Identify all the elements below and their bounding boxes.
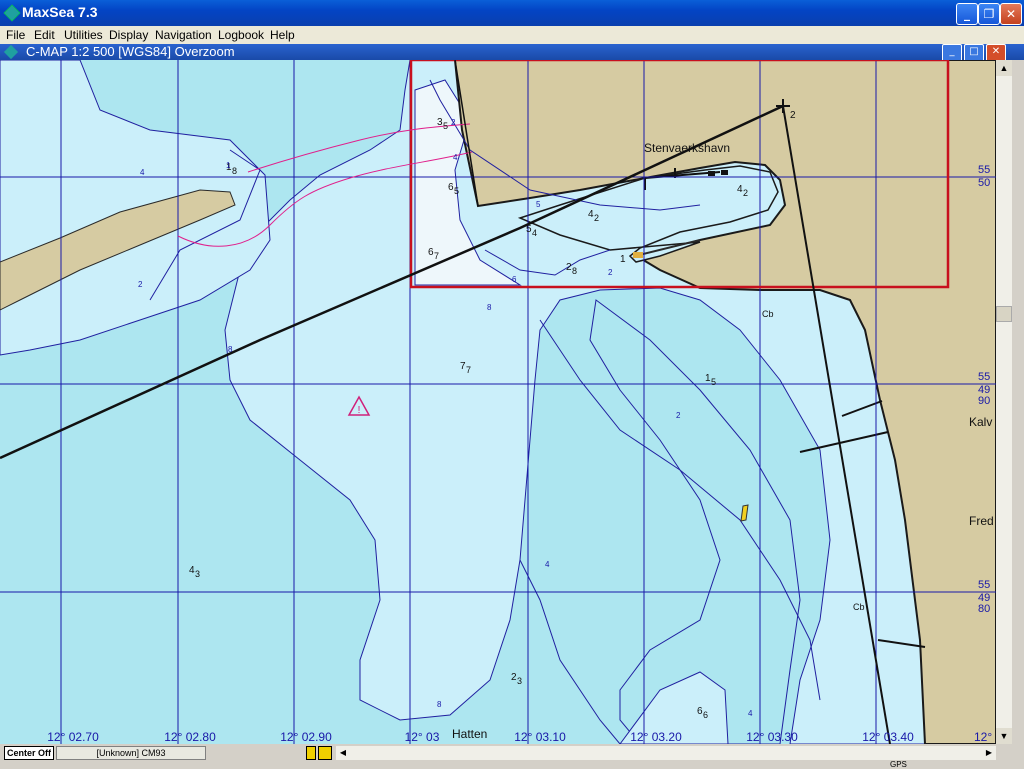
app-icon <box>3 4 21 22</box>
menu-bar: File Edit Utilities Display Navigation L… <box>0 26 1024 44</box>
sounding-value: 1 <box>620 254 626 265</box>
chart-info-field: [Unknown] CM93 <box>56 746 206 760</box>
longitude-label: 12° 03 <box>405 730 440 744</box>
chart-window-titlebar: C-MAP 1:2 500 [WGS84] Overzoom _ □ ✕ <box>0 44 1024 62</box>
layer-toggle-icon[interactable] <box>306 746 316 760</box>
contour-depth-label: 1 <box>226 161 231 170</box>
contour-depth-label: 8 <box>487 303 492 312</box>
contour-depth-label: 4 <box>545 560 550 569</box>
close-button[interactable]: ✕ <box>1000 3 1022 25</box>
menu-navigation[interactable]: Navigation <box>155 28 212 42</box>
chart-window-title: C-MAP 1:2 500 [WGS84] Overzoom <box>26 44 235 59</box>
place-name-harbor: Stenvaerkshavn <box>644 141 730 155</box>
nautical-chart[interactable]: ! 2 Stenvaerkshavn Hatten Kalv Fred Cb C… <box>0 60 996 744</box>
contour-depth-label: 2 <box>451 118 456 127</box>
sounding-decimal: 2 <box>594 213 599 223</box>
place-name-kalv: Kalv <box>969 415 992 429</box>
zoom-tool-icon[interactable] <box>318 746 332 760</box>
contour-depth-label: 4 <box>748 709 753 718</box>
sounding-decimal: 5 <box>454 186 459 196</box>
menu-edit[interactable]: Edit <box>34 28 55 42</box>
contour-depth-label: 8 <box>437 700 442 709</box>
contour-depth-label: 8 <box>228 345 233 354</box>
sounding-decimal: 5 <box>443 121 448 131</box>
latitude-fraction-label: 90 <box>978 395 990 407</box>
sounding-decimal: 2 <box>743 188 748 198</box>
vertical-scroll-thumb[interactable] <box>996 306 1012 322</box>
menu-help[interactable]: Help <box>270 28 295 42</box>
longitude-label: 12° 03.30 <box>746 730 798 744</box>
scroll-right-icon[interactable]: ▶ <box>982 746 996 760</box>
title-bar: MaxSea 7.3 _ ❐ ✕ <box>0 0 1024 26</box>
contour-depth-label: 4 <box>453 153 458 162</box>
latitude-degree-label: 55 <box>978 371 990 383</box>
scroll-left-icon[interactable]: ◀ <box>336 746 350 760</box>
gps-status: GPS <box>890 760 907 769</box>
latitude-extra-label: 12° <box>974 730 992 744</box>
center-off-button[interactable]: Center Off <box>4 746 54 760</box>
menu-file[interactable]: File <box>6 28 25 42</box>
latitude-minute-label: 50 <box>978 177 990 189</box>
menu-display[interactable]: Display <box>109 28 148 42</box>
sounding-decimal: 7 <box>466 365 471 375</box>
contour-depth-label: 2 <box>608 268 613 277</box>
contour-depth-label: 2 <box>138 280 143 289</box>
scroll-down-icon[interactable]: ▼ <box>996 728 1012 744</box>
pier-block-2 <box>721 170 728 175</box>
longitude-label: 12° 02.80 <box>164 730 216 744</box>
menu-utilities[interactable]: Utilities <box>64 28 103 42</box>
sounding-decimal: 4 <box>532 228 537 238</box>
sounding-decimal: 7 <box>434 251 439 261</box>
sounding-decimal: 5 <box>711 377 716 387</box>
menu-logbook[interactable]: Logbook <box>218 28 264 42</box>
bottom-type-label-2: Cb <box>853 602 865 612</box>
longitude-label: 12° 02.90 <box>280 730 332 744</box>
pier-block-1 <box>708 171 715 176</box>
latitude-degree-label: 55 <box>978 579 990 591</box>
longitude-label: 12° 02.70 <box>47 730 99 744</box>
place-name-fred: Fred <box>969 514 994 528</box>
contour-depth-label: 2 <box>676 411 681 420</box>
maximize-button[interactable]: ❐ <box>978 3 1000 25</box>
minimize-button[interactable]: _ <box>956 3 978 25</box>
sounding-decimal: 3 <box>517 676 522 686</box>
scroll-up-icon[interactable]: ▲ <box>996 60 1012 76</box>
window-frame-right <box>1012 60 1024 768</box>
harbor-light <box>633 252 643 258</box>
sounding-decimal: 6 <box>703 710 708 720</box>
bottom-type-label-1: Cb <box>762 309 774 319</box>
latitude-degree-label: 55 <box>978 164 990 176</box>
contour-depth-label: 5 <box>536 200 541 209</box>
contour-depth-label: 4 <box>140 168 145 177</box>
latitude-fraction-label: 80 <box>978 603 990 615</box>
horizontal-scrollbar[interactable]: ◀ ▶ <box>336 746 996 760</box>
contour-depth-label: 6 <box>512 275 517 284</box>
sounding-decimal: 8 <box>572 266 577 276</box>
longitude-label: 12° 03.20 <box>630 730 682 744</box>
place-name-hatten: Hatten <box>452 727 487 741</box>
longitude-label: 12° 03.40 <box>862 730 914 744</box>
sounding-decimal: 8 <box>232 166 237 176</box>
sounding-decimal: 3 <box>195 569 200 579</box>
vertical-scrollbar[interactable]: ▲ ▼ <box>996 60 1012 744</box>
danger-warning-mark: ! <box>358 405 361 416</box>
chart-window-icon <box>3 44 19 60</box>
waypoint-label: 2 <box>790 110 796 121</box>
status-bar: Center Off [Unknown] CM93 ◀ ▶ GPS <box>0 744 1024 769</box>
longitude-label: 12° 03.10 <box>514 730 566 744</box>
app-title: MaxSea 7.3 <box>22 4 98 20</box>
